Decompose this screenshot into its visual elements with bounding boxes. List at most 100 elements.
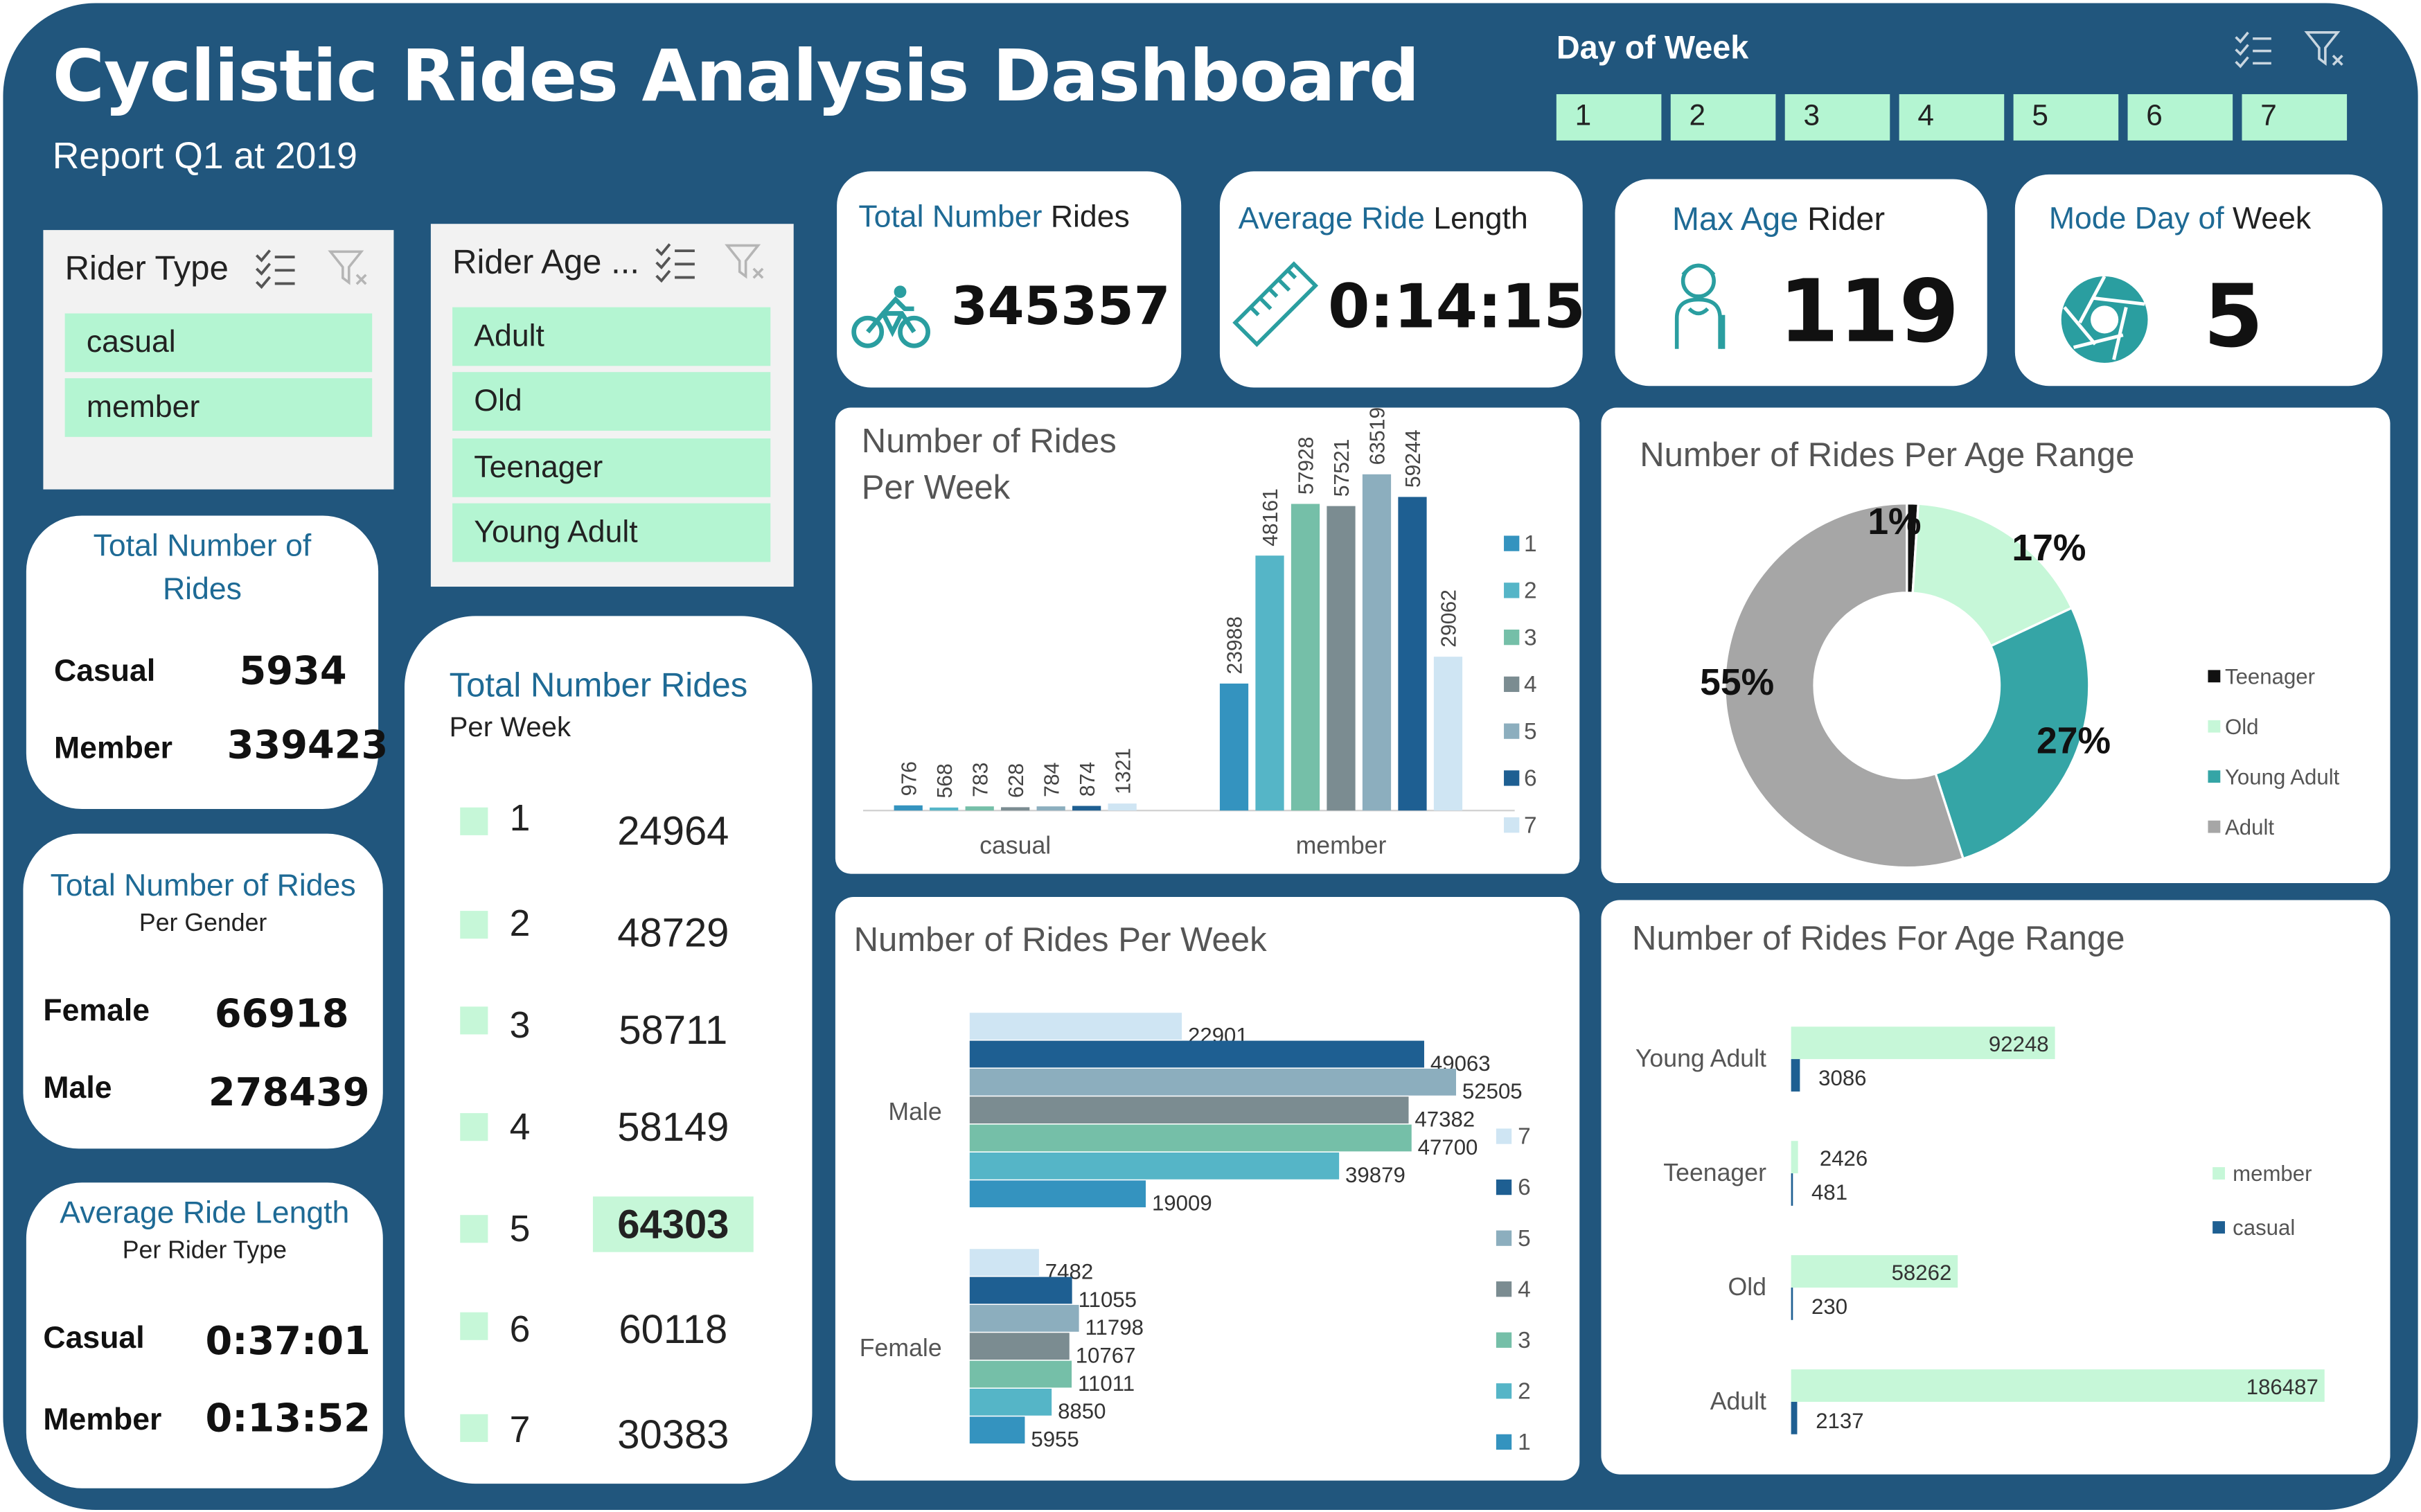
week-row-marker	[460, 1414, 488, 1442]
kpi-max-age-title: Max Age Rider	[1672, 202, 1885, 239]
rider-type-slicer-title: Rider Type	[64, 248, 229, 287]
rider-type-option-member[interactable]: member	[64, 378, 373, 437]
week-row-marker	[460, 807, 488, 835]
age-range-donut-chart: 1% 17% 27% 55% Teenager Old Young Adult Adult	[1700, 501, 2340, 869]
bar-data-label: 39879	[1345, 1163, 1405, 1187]
horizontal-bar	[969, 1040, 1424, 1068]
total-rides-by-type-card: Total Number of Rides Casual 5934 Member…	[26, 515, 388, 809]
week-row-marker	[460, 1215, 488, 1243]
week-row-value-highlight: 64303	[592, 1196, 754, 1252]
legend-swatch	[1504, 770, 1520, 786]
member-bar	[1791, 1141, 1798, 1174]
legend-swatch	[2212, 1221, 2225, 1234]
rider-age-option-young-adult[interactable]: Young Adult	[452, 503, 771, 562]
column-data-label: 874	[1076, 762, 1099, 797]
horizontal-bar	[969, 1096, 1409, 1124]
dashboard-canvas: Cyclistic Rides Analysis Dashboard Repor…	[0, 0, 2421, 1512]
week-row-day: 3	[509, 1005, 531, 1047]
rider-age-option-teenager[interactable]: Teenager	[452, 438, 771, 497]
legend-label: 4	[1518, 1277, 1531, 1302]
multi-select-icon[interactable]	[653, 241, 696, 284]
member-data-label: 186487	[2246, 1375, 2318, 1399]
legend-swatch	[1504, 676, 1520, 693]
day-1-button[interactable]: 1	[1556, 94, 1662, 141]
horizontal-bar	[969, 1180, 1146, 1208]
old-man-icon	[1674, 263, 1726, 349]
age-range-bar-chart-card: Number of Rides For Age Range 92248 3086 Y…	[1601, 900, 2391, 1475]
week-row-day: 6	[509, 1309, 531, 1351]
legend-label: Teenager	[2225, 664, 2315, 688]
kpi-total-rides-card: Total Number Rides 345357	[837, 171, 1182, 388]
rider-age-option-adult[interactable]: Adult	[452, 307, 771, 366]
kpi-avg-length-title: Average Ride Length	[1239, 202, 1528, 238]
kpi-total-rides-value: 345357	[951, 276, 1171, 339]
casual-bar	[1791, 1173, 1793, 1206]
rides-by-gender-subtitle: Per Gender	[139, 911, 267, 938]
day-2-button[interactable]: 2	[1670, 94, 1776, 141]
bar-data-label: 52505	[1462, 1079, 1523, 1103]
category-label: Female	[860, 1334, 942, 1362]
legend-swatch	[2208, 770, 2221, 783]
kpi-title-part: Rider	[1807, 202, 1886, 238]
column-bar	[965, 806, 994, 811]
week-row-day: 1	[509, 798, 531, 840]
kpi-max-age-card: Max Age Rider 119	[1615, 179, 1987, 386]
legend-swatch	[1496, 1281, 1512, 1297]
kpi-title-part: Rides	[1050, 200, 1130, 235]
rides-per-week-subtitle: Per Week	[449, 711, 571, 743]
ruler-icon	[1232, 261, 1319, 348]
column-data-label: 63519	[1367, 407, 1390, 465]
legend-label: 2	[1524, 578, 1537, 604]
column-data-label: 57521	[1331, 439, 1354, 497]
legend-label: 2	[1518, 1378, 1531, 1404]
day-7-button[interactable]: 7	[2242, 94, 2348, 141]
day-6-button[interactable]: 6	[2127, 94, 2233, 141]
legend-swatch	[2212, 1167, 2225, 1180]
legend-label: 1	[1518, 1430, 1531, 1455]
weekly-column-chart: 976 568 783 628 784 874 1321casual239884816157…	[863, 407, 1537, 860]
week-row-marker	[460, 1006, 488, 1035]
day-4-button[interactable]: 4	[1899, 94, 2005, 141]
day-5-button[interactable]: 5	[2013, 94, 2119, 141]
rider-type-option-casual[interactable]: casual	[64, 313, 373, 373]
column-bar	[1327, 506, 1356, 811]
page-title: Cyclistic Rides Analysis Dashboard	[52, 34, 1420, 118]
kpi-title-part: Max Age	[1672, 202, 1808, 238]
rider-age-slicer-title: Rider Age ...	[452, 242, 639, 281]
bicycle-icon	[851, 285, 930, 348]
clear-filter-icon[interactable]	[328, 247, 371, 290]
rider-age-option-old[interactable]: Old	[452, 372, 771, 431]
day-of-week-slicer-title: Day of Week	[1556, 30, 1749, 66]
column-data-label: 784	[1040, 763, 1063, 797]
legend-swatch	[1504, 535, 1520, 551]
week-row-value: 30383	[617, 1411, 729, 1458]
bar-data-label: 11011	[1078, 1371, 1135, 1396]
horizontal-bar	[969, 1388, 1052, 1416]
multi-select-icon[interactable]	[2233, 29, 2273, 69]
kpi-mode-day-card: Mode Day of Week 5	[2014, 174, 2383, 386]
week-row-day: 4	[509, 1107, 531, 1149]
legend-label: 7	[1524, 812, 1537, 838]
kpi-title-part: Length	[1433, 202, 1528, 237]
member-label: Member	[54, 731, 172, 766]
horizontal-bar	[969, 1068, 1457, 1096]
legend-swatch	[1496, 1434, 1512, 1450]
bar-data-label: 5955	[1031, 1427, 1079, 1452]
week-row-value: 24964	[617, 807, 729, 854]
column-data-label: 29062	[1438, 589, 1461, 648]
donut-value-label: 55%	[1700, 662, 1774, 703]
horizontal-bar	[969, 1304, 1079, 1332]
female-label: Female	[43, 994, 150, 1029]
legend-label: 6	[1524, 766, 1537, 792]
day-3-button[interactable]: 3	[1784, 94, 1890, 141]
kpi-title-part: Week	[2233, 202, 2312, 237]
clear-filter-icon[interactable]	[2304, 29, 2347, 69]
avg-length-by-type-title: Average Ride Length	[60, 1196, 350, 1231]
legend-swatch	[1496, 1179, 1512, 1195]
kpi-mode-day-value: 5	[2203, 267, 2264, 368]
rider-type-slicer: Rider Type casual member	[43, 230, 394, 490]
kpi-total-rides-title: Total Number Rides	[858, 201, 1130, 236]
column-data-label: 59244	[1402, 429, 1425, 488]
clear-filter-icon[interactable]	[724, 241, 767, 284]
multi-select-icon[interactable]	[254, 247, 296, 290]
